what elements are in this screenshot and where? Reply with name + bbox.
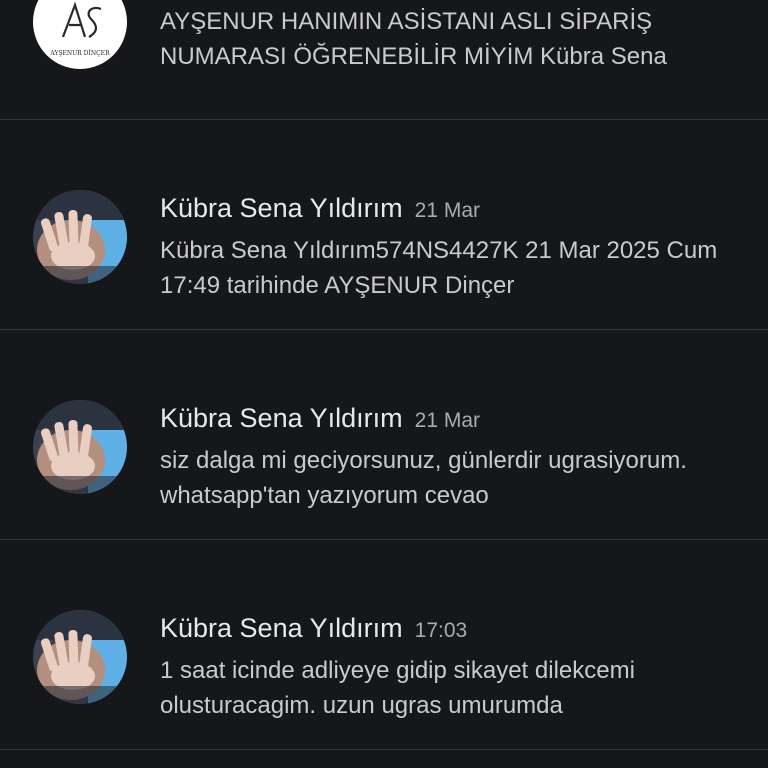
message-content: Kübra Sena Yıldırım 17:03 1 saat icinde …	[160, 613, 748, 723]
hand-photo-icon	[33, 610, 127, 704]
message-preview: AYŞENUR HANIMIN ASİSTANI ASLI SİPARİŞ NU…	[160, 8, 667, 70]
sender-name: Kübra Sena Yıldırım	[160, 613, 403, 643]
hand-photo-icon	[33, 190, 127, 284]
list-item[interactable]: Kübra Sena Yıldırım 21 Mar siz dalga mi …	[0, 330, 768, 540]
message-time: 17:03	[414, 619, 468, 642]
message-time: 21 Mar	[414, 199, 480, 222]
message-preview: Kübra Sena Yıldırım574NS4427K 21 Mar 202…	[160, 237, 718, 299]
list-item[interactable]: Kübra Sena Yıldırım 17:03 1 saat icinde …	[0, 540, 768, 750]
message-header: Kübra Sena Yıldırım 17:03	[160, 613, 748, 653]
brand-logo-icon: AYŞENUR DİNÇER	[33, 0, 127, 69]
sender-name: Kübra Sena Yıldırım	[160, 403, 403, 433]
message-list: AYŞENUR DİNÇER AYŞENUR HANIMIN ASİSTANI …	[0, 0, 768, 750]
avatar	[33, 400, 127, 494]
avatar-logo-text: AYŞENUR DİNÇER	[49, 50, 110, 57]
avatar	[33, 190, 127, 284]
message-preview: siz dalga mi geciyorsunuz, günlerdir ugr…	[160, 447, 687, 509]
message-header: Kübra Sena Yıldırım 21 Mar	[160, 403, 748, 443]
avatar	[33, 610, 127, 704]
avatar: AYŞENUR DİNÇER	[33, 0, 127, 69]
message-time: 21 Mar	[414, 409, 480, 432]
message-content: Kübra Sena Yıldırım 21 Mar Kübra Sena Yı…	[160, 193, 748, 303]
message-preview: 1 saat icinde adliyeye gidip sikayet dil…	[160, 657, 635, 719]
message-content: Kübra Sena Yıldırım 21 Mar siz dalga mi …	[160, 403, 748, 513]
hand-photo-icon	[33, 400, 127, 494]
message-header: Kübra Sena Yıldırım 21 Mar	[160, 193, 748, 233]
list-item[interactable]: Kübra Sena Yıldırım 21 Mar Kübra Sena Yı…	[0, 120, 768, 330]
message-content: AYŞENUR HANIMIN ASİSTANI ASLI SİPARİŞ NU…	[160, 4, 748, 74]
list-item[interactable]: AYŞENUR DİNÇER AYŞENUR HANIMIN ASİSTANI …	[0, 0, 768, 120]
sender-name: Kübra Sena Yıldırım	[160, 193, 403, 223]
